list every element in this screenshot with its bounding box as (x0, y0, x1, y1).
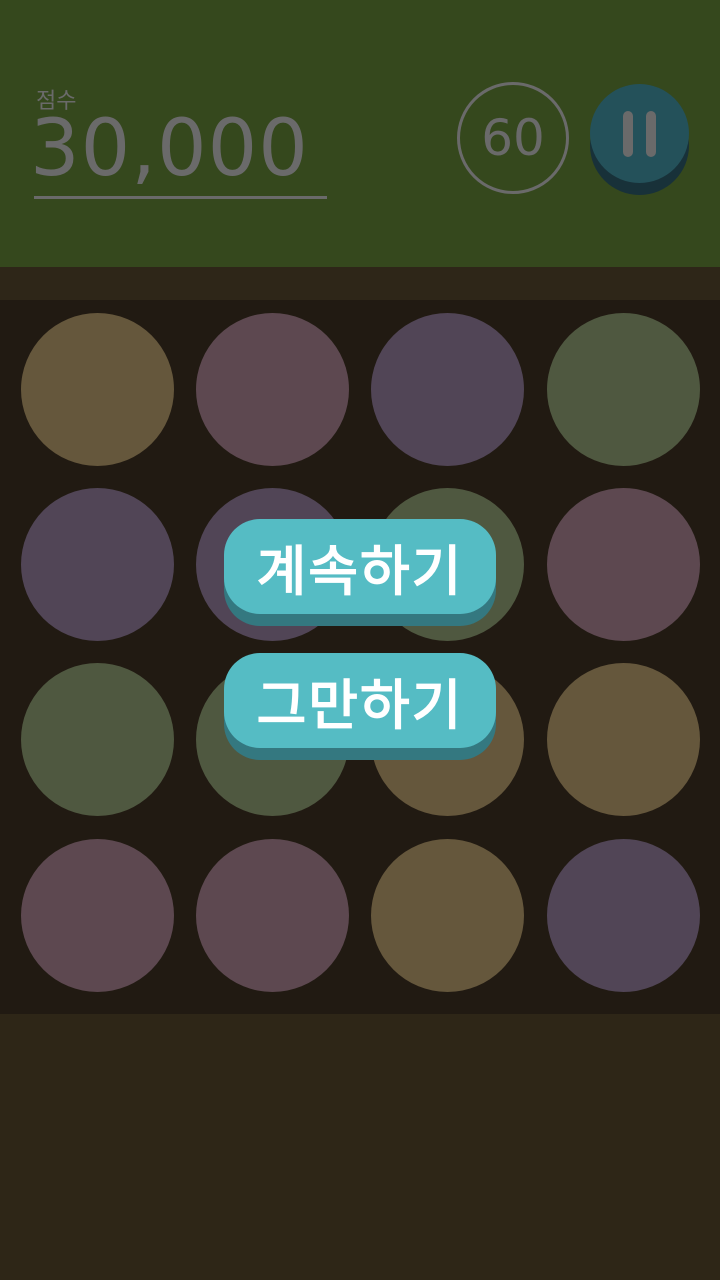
header-divider (0, 267, 720, 300)
quit-button[interactable]: 그만하기 (224, 653, 496, 760)
score-value: 30,000 (30, 104, 309, 194)
board-circle-mauve[interactable] (196, 839, 349, 992)
score-underline (34, 196, 327, 199)
game-screen: 점수 30,000 60 계속하기 그만하기 (0, 0, 720, 1280)
pause-button[interactable] (590, 84, 689, 195)
board-circle-purple[interactable] (547, 839, 700, 992)
board-circle-purple[interactable] (371, 313, 524, 466)
continue-button[interactable]: 계속하기 (224, 519, 496, 626)
board-circle-green[interactable] (547, 313, 700, 466)
quit-button-label: 그만하기 (224, 653, 496, 748)
bottom-area (0, 1014, 720, 1280)
timer-display: 60 (457, 82, 569, 194)
timer-value: 60 (481, 109, 545, 167)
board-circle-purple[interactable] (21, 488, 174, 641)
continue-button-label: 계속하기 (224, 519, 496, 614)
board-circle-mauve[interactable] (196, 313, 349, 466)
board-circle-green[interactable] (21, 663, 174, 816)
header-bar: 점수 30,000 60 (0, 0, 720, 267)
board-circle-tan[interactable] (371, 839, 524, 992)
board-circle-tan[interactable] (21, 313, 174, 466)
board-circle-mauve[interactable] (21, 839, 174, 992)
pause-icon (590, 84, 689, 183)
board-circle-tan[interactable] (547, 663, 700, 816)
board-circle-mauve[interactable] (547, 488, 700, 641)
